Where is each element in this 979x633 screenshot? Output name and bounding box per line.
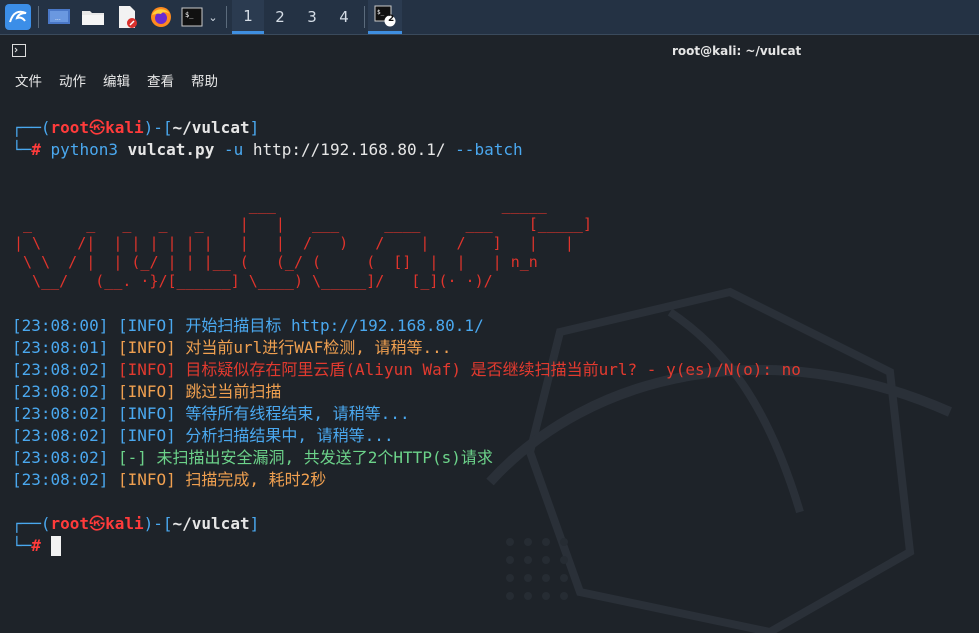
log-time: [23:08:02] [12, 360, 109, 379]
taskbar-separator [226, 6, 227, 28]
workspace-2[interactable]: 2 [264, 0, 296, 34]
terminal-window-button[interactable]: $_ 2 [368, 0, 402, 34]
log-level: [INFO] [117, 470, 176, 489]
menu-help[interactable]: 帮助 [191, 70, 218, 90]
kali-menu-icon[interactable] [4, 4, 32, 30]
prompt-host: kali [105, 118, 144, 137]
log-level: [INFO] [117, 404, 176, 423]
log-level: [INFO] [117, 316, 176, 335]
ascii-line: ___ _____ [14, 196, 547, 214]
log-line: [23:08:00] [INFO] 开始扫描目标 http://192.168.… [12, 316, 484, 336]
prompt-hash: # [31, 536, 41, 555]
prompt-hash-prefix: └─ [12, 140, 32, 159]
menu-bar: 文件 动作 编辑 查看 帮助 [0, 66, 979, 92]
log-line: [23:08:02] [-] 未扫描出安全漏洞, 共发送了2个HTTP(s)请求 [12, 448, 493, 468]
terminal-output[interactable]: ┌──(root㉿kali)-[~/vulcat] └─# python3 vu… [0, 92, 979, 633]
ascii-line: | \ /| | | | | | | | | / ) / | / ] | | [14, 234, 574, 252]
terminal-icon[interactable]: $_ [180, 4, 204, 30]
log-level: [INFO] [117, 360, 176, 379]
log-message: 跳过当前扫描 [185, 382, 282, 401]
input-line[interactable]: └─# [12, 536, 61, 556]
log-line: [23:08:01] [INFO] 对当前url进行WAF检测, 请稍等... [12, 338, 451, 358]
log-time: [23:08:02] [12, 404, 109, 423]
log-message: 扫描完成, 耗时2秒 [185, 470, 327, 489]
taskbar-separator [38, 6, 39, 28]
prompt-line: ┌──(root㉿kali)-[~/vulcat] [12, 118, 259, 138]
log-time: [23:08:02] [12, 448, 109, 467]
command-program: python3 [50, 140, 118, 159]
log-time: [23:08:02] [12, 382, 109, 401]
kali-background-watermark [486, 287, 953, 633]
prompt-mid: )-[ [143, 118, 173, 137]
log-line: [23:08:02] [INFO] 分析扫描结果中, 请稍等... [12, 426, 394, 446]
vulcat-ascii-banner: ___ _____ _ _ _ _ _ | | ___ ____ ___ [__… [14, 196, 592, 291]
menu-view[interactable]: 查看 [147, 70, 174, 90]
terminal-count-badge: 2 [388, 14, 395, 24]
log-message: 等待所有线程结束, 请稍等... [185, 404, 410, 423]
workspace-1[interactable]: 1 [232, 0, 264, 34]
prompt-host: kali [105, 514, 144, 533]
files-icon[interactable] [80, 4, 106, 30]
log-line: [23:08:02] [INFO] 目标疑似存在阿里云盾(Aliyun Waf)… [12, 360, 801, 380]
prompt-line: ┌──(root㉿kali)-[~/vulcat] [12, 514, 259, 534]
log-level: [INFO] [117, 382, 176, 401]
ascii-line: \ \ / | | (_/ | | |__ ( (_/ ( ( [] | | |… [14, 253, 538, 271]
ascii-line: \__/ (__. ·}/[______] \____) \_____]/ [_… [14, 272, 493, 290]
log-message: 分析扫描结果中, 请稍等... [185, 426, 394, 445]
prompt-open: ┌──( [12, 118, 51, 137]
log-message: 开始扫描目标 http://192.168.80.1/ [185, 316, 484, 335]
ascii-line: _ _ _ _ _ | | ___ ____ ___ [_____] [14, 215, 592, 233]
prompt-hash: # [31, 140, 41, 159]
workspace-3[interactable]: 3 [296, 0, 328, 34]
text-editor-icon[interactable] [114, 4, 140, 30]
desktop-icon[interactable]: ... [46, 4, 72, 30]
log-line: [23:08:02] [INFO] 等待所有线程结束, 请稍等... [12, 404, 410, 424]
svg-text:...: ... [55, 15, 61, 22]
prompt-close: ] [249, 118, 260, 137]
command-batch-flag: --batch [455, 140, 523, 159]
firefox-icon[interactable] [148, 4, 174, 30]
taskbar: ... $_ ⌄ 1 2 3 4 $_ 2 [0, 0, 979, 35]
log-time: [23:08:02] [12, 470, 109, 489]
log-message: 目标疑似存在阿里云盾(Aliyun Waf) 是否继续扫描当前url? - y(… [185, 360, 801, 379]
log-line: [23:08:02] [INFO] 扫描完成, 耗时2秒 [12, 470, 326, 490]
log-message: 对当前url进行WAF检测, 请稍等... [185, 338, 452, 357]
svg-text:$_: $_ [185, 11, 194, 19]
prompt-at: ㉿ [89, 118, 106, 137]
menu-file[interactable]: 文件 [15, 70, 42, 90]
prompt-at: ㉿ [89, 514, 106, 533]
chevron-down-icon[interactable]: ⌄ [206, 4, 220, 30]
prompt-path: ~/vulcat [172, 514, 250, 533]
log-level: [-] [117, 448, 147, 467]
command-script: vulcat.py [127, 140, 215, 159]
prompt-open: ┌──( [12, 514, 51, 533]
prompt-mid: )-[ [143, 514, 173, 533]
log-line: [23:08:02] [INFO] 跳过当前扫描 [12, 382, 281, 402]
prompt-close: ] [249, 514, 260, 533]
workspace-4[interactable]: 4 [328, 0, 360, 34]
prompt-user: root [50, 118, 90, 137]
log-time: [23:08:01] [12, 338, 109, 357]
command-flag: -u [223, 140, 244, 159]
svg-text:$_: $_ [377, 9, 385, 16]
window-title: root@kali: ~/vulcat [672, 44, 802, 58]
window-titlebar[interactable]: root@kali: ~/vulcat [0, 36, 979, 66]
taskbar-separator [364, 6, 365, 28]
prompt-path: ~/vulcat [172, 118, 250, 137]
command-line: └─# python3 vulcat.py -u http://192.168.… [12, 140, 523, 160]
log-level: [INFO] [117, 426, 176, 445]
prompt-user: root [50, 514, 90, 533]
command-url: http://192.168.80.1/ [252, 140, 446, 159]
log-level: [INFO] [117, 338, 176, 357]
menu-edit[interactable]: 编辑 [103, 70, 130, 90]
log-message: 未扫描出安全漏洞, 共发送了2个HTTP(s)请求 [156, 448, 493, 467]
log-time: [23:08:00] [12, 316, 109, 335]
prompt-hash-prefix: └─ [12, 536, 32, 555]
log-time: [23:08:02] [12, 426, 109, 445]
text-cursor [50, 536, 61, 556]
menu-actions[interactable]: 动作 [59, 70, 86, 90]
